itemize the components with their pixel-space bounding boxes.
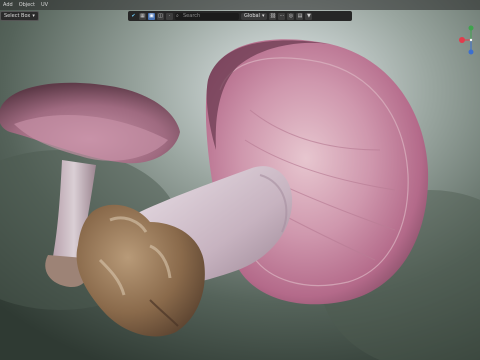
filter-icon[interactable]: ▼ xyxy=(305,12,313,20)
search-icon: ⌕ xyxy=(176,12,179,19)
tool-b-icon[interactable]: ⋯ xyxy=(278,12,286,20)
chevron-down-icon: ▾ xyxy=(261,12,265,19)
3d-viewport[interactable]: Add Object UV Select Box ▾ ✔ ▦ ▣ ◫ · ⌕ S… xyxy=(0,0,480,360)
tool-c-icon[interactable]: ▤ xyxy=(296,12,304,20)
y-axis-dot[interactable] xyxy=(468,25,474,31)
menu-object[interactable]: Object xyxy=(16,0,38,10)
grid-icon[interactable]: ▦ xyxy=(139,12,146,20)
toggle-icon[interactable]: ◫ xyxy=(157,12,164,20)
select-icon[interactable]: ▣ xyxy=(148,12,155,20)
axis-gizmo xyxy=(459,25,474,55)
proportional-icon[interactable]: ◎ xyxy=(287,12,295,20)
menu-uv[interactable]: UV xyxy=(38,0,51,10)
search-placeholder: Search xyxy=(183,12,201,19)
mushroom-render xyxy=(0,0,480,360)
z-axis-dot[interactable] xyxy=(468,49,474,55)
orientation-label: Global xyxy=(244,12,260,19)
orientation-dropdown[interactable]: Global ▾ xyxy=(241,12,268,20)
menu-add[interactable]: Add xyxy=(0,0,16,10)
chevron-down-icon: ▾ xyxy=(32,13,35,19)
search-input[interactable]: ⌕ Search xyxy=(175,12,239,20)
link-icon[interactable]: ⛓ xyxy=(269,12,277,20)
select-mode-dropdown[interactable]: Select Box ▾ xyxy=(0,11,39,21)
navigation-gizmo[interactable] xyxy=(458,22,480,58)
menu-bar: Add Object UV xyxy=(0,0,480,10)
check-icon[interactable]: ✔ xyxy=(130,13,137,20)
tool-a-icon[interactable]: · xyxy=(166,12,173,20)
select-mode-label: Select Box xyxy=(4,13,31,19)
x-axis-dot[interactable] xyxy=(459,37,465,43)
viewport-header-tools: ✔ ▦ ▣ ◫ · ⌕ Search Global ▾ ⛓ ⋯ ◎ ▤ ▼ xyxy=(128,11,352,21)
